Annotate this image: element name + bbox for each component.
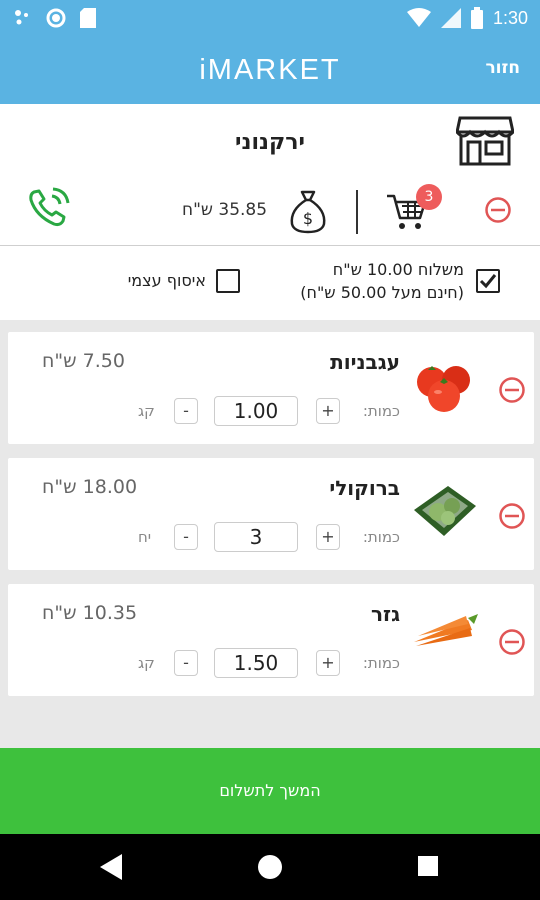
delivery-fee-text: משלוח 10.00 ש"ח (חינם מעל 50.00 ש"ח) xyxy=(300,258,464,304)
system-nav-bar xyxy=(0,834,540,900)
continue-to-payment-button[interactable]: המשך לתשלום xyxy=(0,748,540,834)
delivery-options: משלוח 10.00 ש"ח (חינם מעל 50.00 ש"ח) איס… xyxy=(0,246,540,320)
header-divider xyxy=(356,190,358,234)
svg-text:$: $ xyxy=(303,209,313,228)
pickup-label: איסוף עצמי xyxy=(127,271,206,290)
decrease-quantity-button[interactable]: - xyxy=(174,524,198,550)
quantity-label: כמות: xyxy=(362,528,400,546)
notification-icons xyxy=(14,8,96,28)
signal-icon xyxy=(440,8,461,28)
unit-label: קג xyxy=(138,654,155,672)
cart-item: עגבניות 7.50 ש"ח כמות: + - קג xyxy=(8,332,534,444)
quantity-input[interactable] xyxy=(214,648,298,678)
nav-home-icon[interactable] xyxy=(258,855,282,879)
storefront-icon xyxy=(456,116,514,166)
decrease-quantity-button[interactable]: - xyxy=(174,398,198,424)
checkmark-icon xyxy=(479,274,497,289)
clock: 1:30 xyxy=(492,7,528,28)
broccoli-image xyxy=(414,486,476,536)
item-price: 10.35 ש"ח xyxy=(42,602,138,624)
cart-item: גזר 10.35 ש"ח כמות: + - קג xyxy=(8,584,534,696)
decrease-quantity-button[interactable]: - xyxy=(174,650,198,676)
item-price: 18.00 ש"ח xyxy=(42,476,138,498)
delivery-checkbox[interactable] xyxy=(476,269,500,293)
assistant-icon xyxy=(15,10,28,25)
item-name: ברוקולי xyxy=(329,476,400,500)
carrot-image xyxy=(414,614,478,646)
unit-label: יח xyxy=(138,528,152,546)
app-bar: iMARKET חזור xyxy=(0,36,540,104)
quantity-input[interactable] xyxy=(214,396,298,426)
system-icons: 1:30 xyxy=(406,7,528,29)
delivery-fee-line: משלוח 10.00 ש"ח xyxy=(332,260,464,279)
cart-item: ברוקולי 18.00 ש"ח כמות: + - יח xyxy=(8,458,534,570)
app-title: iMARKET xyxy=(199,54,341,86)
order-total: 35.85 ש"ח xyxy=(182,200,268,220)
increase-quantity-button[interactable]: + xyxy=(316,398,340,424)
quantity-input[interactable] xyxy=(214,522,298,552)
tomato-image xyxy=(417,366,470,412)
unit-label: קג xyxy=(138,402,155,420)
wifi-icon xyxy=(406,8,431,27)
remove-item-icon[interactable] xyxy=(498,628,526,656)
remove-item-icon[interactable] xyxy=(498,502,526,530)
item-name: עגבניות xyxy=(330,350,400,374)
sd-card-icon xyxy=(80,8,96,28)
quantity-label: כמות: xyxy=(362,402,400,420)
item-price: 7.50 ש"ח xyxy=(42,350,125,372)
sync-circle-icon xyxy=(46,8,66,28)
increase-quantity-button[interactable]: + xyxy=(316,524,340,550)
money-bag-icon: $ xyxy=(290,190,326,234)
cart-count-badge: 3 xyxy=(416,184,442,210)
increase-quantity-button[interactable]: + xyxy=(316,650,340,676)
nav-back-icon[interactable] xyxy=(100,854,122,880)
clear-cart-icon[interactable] xyxy=(484,196,512,224)
status-bar: 1:30 xyxy=(0,0,540,36)
pickup-checkbox[interactable] xyxy=(216,269,240,293)
quantity-label: כמות: xyxy=(362,654,400,672)
battery-icon xyxy=(470,7,483,29)
item-name: גזר xyxy=(371,602,400,626)
free-delivery-threshold: (חינם מעל 50.00 ש"ח) xyxy=(300,283,464,302)
phone-call-icon[interactable] xyxy=(26,186,72,230)
nav-recents-icon[interactable] xyxy=(418,856,438,876)
store-header: ירקנוני 35.85 ש"ח $ 3 xyxy=(0,104,540,246)
back-button[interactable]: חזור xyxy=(485,58,520,78)
remove-item-icon[interactable] xyxy=(498,376,526,404)
